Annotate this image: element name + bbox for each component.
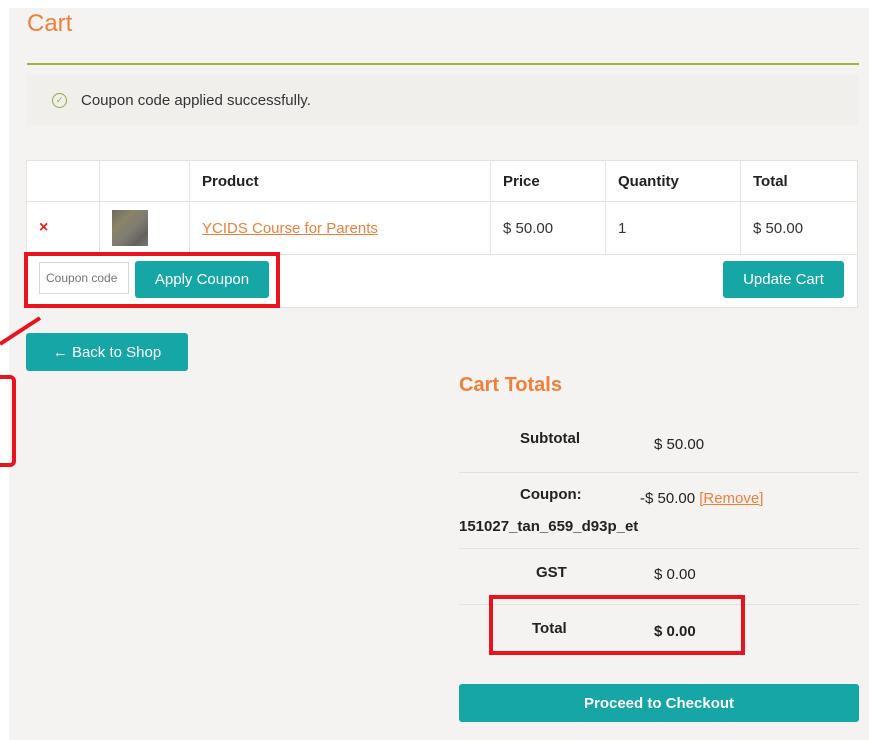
side-highlight-box <box>0 375 16 467</box>
table-row: × YCIDS Course for Parents $ 50.00 1 $ 5… <box>26 201 858 255</box>
product-thumbnail[interactable] <box>112 210 148 246</box>
success-notice: ✓ Coupon code applied successfully. <box>27 75 859 125</box>
proceed-to-checkout-button[interactable]: Proceed to Checkout <box>459 684 859 722</box>
price-cell: $ 50.00 <box>490 201 606 255</box>
total-highlight-box <box>489 595 745 655</box>
notice-message: Coupon code applied successfully. <box>81 91 311 109</box>
thumbnail-cell <box>99 201 190 255</box>
total-cell: $ 50.00 <box>740 201 858 255</box>
back-to-shop-button[interactable]: ← Back to Shop <box>26 333 188 371</box>
col-price-header: Price <box>490 160 606 202</box>
coupon-code: 151027_tan_659_d93p_et <box>459 518 639 535</box>
coupon-label: Coupon: <box>520 486 582 503</box>
subtotal-value: $ 50.00 <box>654 436 705 453</box>
col-quantity-header: Quantity <box>605 160 741 202</box>
coupon-value: -$ 50.00 [Remove] <box>640 490 763 507</box>
title-divider <box>27 63 859 65</box>
gst-label: GST <box>536 564 567 581</box>
coupon-row: Coupon: 151027_tan_659_d93p_et -$ 50.00 … <box>459 472 859 549</box>
col-total-header: Total <box>740 160 858 202</box>
cart-table-header: Product Price Quantity Total <box>26 160 858 202</box>
product-link[interactable]: YCIDS Course for Parents <box>202 220 378 237</box>
annotation-arrow <box>0 316 42 346</box>
subtotal-label: Subtotal <box>520 430 580 447</box>
quantity-cell[interactable]: 1 <box>605 201 741 255</box>
coupon-discount: -$ 50.00 <box>640 490 696 507</box>
update-cart-button[interactable]: Update Cart <box>723 261 844 298</box>
col-thumbnail-header <box>99 160 190 202</box>
cart-totals-title: Cart Totals <box>459 374 562 396</box>
coupon-highlight-box <box>24 252 280 308</box>
gst-value: $ 0.00 <box>654 566 696 583</box>
product-cell: YCIDS Course for Parents <box>189 201 491 255</box>
remove-coupon-link[interactable]: [Remove] <box>699 490 763 507</box>
col-product-header: Product <box>189 160 491 202</box>
subtotal-row: Subtotal $ 50.00 <box>459 418 859 473</box>
